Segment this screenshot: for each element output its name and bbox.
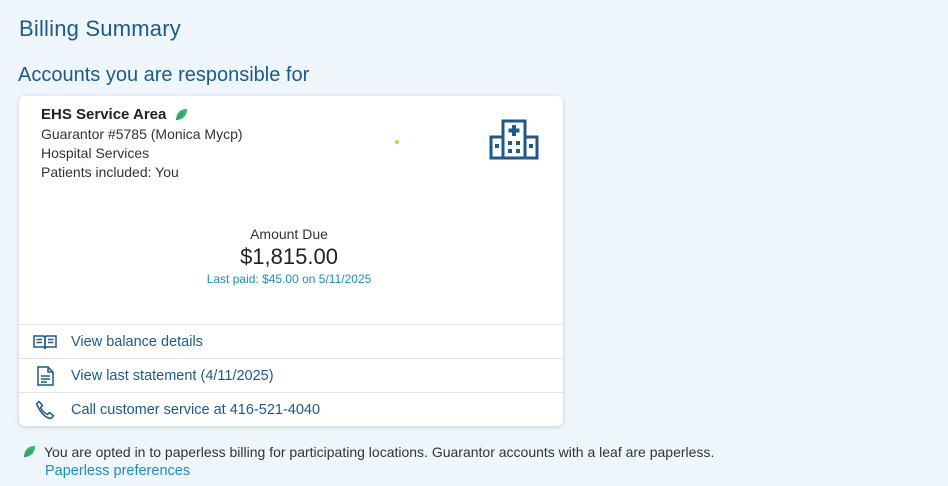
paperless-preferences-link[interactable]: Paperless preferences: [45, 463, 190, 479]
view-balance-details-label: View balance details: [71, 334, 203, 350]
page-title: Billing Summary: [19, 16, 181, 41]
service-type: Hospital Services: [41, 145, 150, 161]
leaf-icon: [176, 108, 188, 120]
call-customer-service-label: Call customer service at 416-521-4040: [71, 402, 321, 418]
account-name-row: EHS Service Area: [41, 106, 188, 123]
view-last-statement-label: View last statement (4/11/2025): [71, 368, 274, 384]
book-icon: [33, 332, 57, 352]
account-card: EHS Service Area Guarantor #5785 (Monica…: [19, 96, 563, 426]
view-last-statement-link[interactable]: View last statement (4/11/2025): [19, 358, 563, 393]
paperless-note-text: You are opted in to paperless billing fo…: [44, 444, 715, 460]
call-customer-service-link[interactable]: Call customer service at 416-521-4040: [19, 392, 563, 427]
guarantor-text: Guarantor #5785 (Monica Mycp): [41, 126, 243, 142]
amount-due-label: Amount Due: [250, 226, 328, 242]
section-title: Accounts you are responsible for: [18, 64, 310, 86]
leaf-icon: [23, 446, 35, 458]
patients-included: Patients included: You: [41, 164, 179, 180]
amount-due-value: $1,815.00: [240, 244, 338, 269]
hospital-icon: [489, 119, 539, 160]
last-paid-text: Last paid: $45.00 on 5/11/2025: [206, 272, 372, 286]
view-balance-details-link[interactable]: View balance details: [19, 324, 563, 359]
account-name: EHS Service Area: [41, 106, 167, 123]
indicator-dot: [395, 140, 399, 144]
paperless-note: You are opted in to paperless billing fo…: [22, 444, 714, 460]
phone-icon: [33, 400, 57, 420]
document-icon: [33, 366, 57, 386]
